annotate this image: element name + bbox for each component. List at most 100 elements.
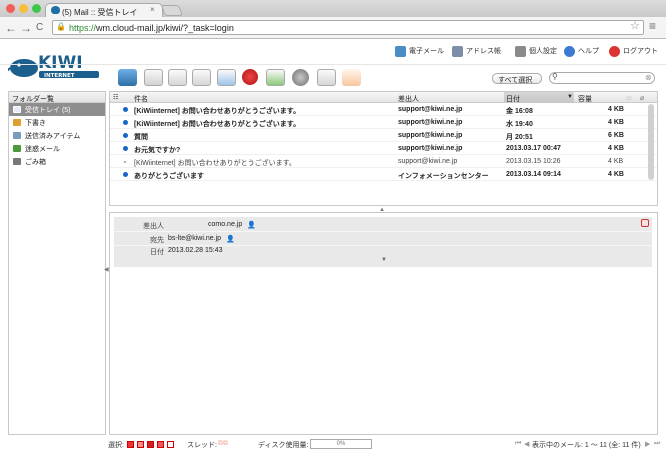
- list-header: ☷ 件名 差出人 日付 ▼ 容量 ☆ ⌀: [110, 92, 657, 103]
- folder-sent[interactable]: 送信済みアイテム: [9, 129, 105, 142]
- attachment-column-icon: ⌀: [640, 95, 645, 102]
- addressbook-icon: [452, 45, 463, 57]
- bookmark-star-icon[interactable]: ☆: [630, 19, 640, 32]
- table-row[interactable]: [KiWiinternet] お問い合わせありがとうございます。 support@…: [110, 103, 657, 116]
- minimize-window-button[interactable]: [19, 4, 28, 13]
- mark-read-icon[interactable]: [317, 69, 336, 86]
- last-page-icon[interactable]: ⏭: [654, 440, 660, 448]
- select-none-icon[interactable]: [167, 441, 174, 448]
- compose-icon[interactable]: [144, 69, 163, 86]
- svg-text:INTERNET: INTERNET: [44, 73, 75, 79]
- forward-icon[interactable]: [217, 69, 236, 86]
- tab-title: (5) Mail :: 受信トレイ: [62, 8, 138, 17]
- quick-select-dropdown[interactable]: すべて選択: [492, 73, 542, 84]
- table-row[interactable]: 質問 support@kiwi.ne.jp 月 20:51 6 KB: [110, 129, 657, 142]
- quota-label: ディスク使用量:: [258, 442, 309, 449]
- delete-icon[interactable]: [242, 69, 258, 85]
- mark-icon[interactable]: [266, 69, 285, 86]
- open-in-window-icon[interactable]: [641, 219, 649, 227]
- folder-panel-title: フォルダー覧: [9, 92, 105, 103]
- trash-icon: [13, 158, 21, 165]
- add-contact-icon[interactable]: 👤: [226, 235, 235, 243]
- select-unread-icon[interactable]: [147, 441, 154, 448]
- url-input[interactable]: https://wm.cloud-mail.jp/kiwi/?_task=log…: [52, 20, 644, 35]
- nav-help[interactable]: ヘルプ: [564, 45, 599, 57]
- mail-icon: [395, 45, 406, 57]
- search-icon: ⚲: [552, 72, 558, 81]
- nav-logout[interactable]: ログアウト: [609, 45, 658, 57]
- url-scheme: https://: [69, 23, 97, 33]
- forward-arrow-icon[interactable]: →: [20, 21, 32, 35]
- new-tab-button[interactable]: [160, 5, 184, 16]
- table-row[interactable]: ありがとうございます インフォメーションセンター 2013.03.14 09:14 4…: [110, 168, 657, 181]
- list-scrollbar[interactable]: [648, 104, 654, 180]
- vertical-resize-handle-icon[interactable]: ◀: [104, 266, 109, 273]
- table-row[interactable]: お元気ですか? support@kiwi.ne.jp 2013.03.17 00:4…: [110, 142, 657, 155]
- folder-junk[interactable]: 迷惑メール: [9, 142, 105, 155]
- inbox-icon: [13, 106, 21, 113]
- reload-icon[interactable]: C: [36, 22, 43, 33]
- outbox-icon: [13, 132, 21, 139]
- first-page-icon[interactable]: ⏮: [515, 440, 521, 448]
- from-value: como.ne.jp: [208, 221, 243, 228]
- thread-label: スレッド:: [187, 442, 217, 449]
- settings-icon: [515, 45, 526, 57]
- expand-headers-icon[interactable]: ▼: [381, 257, 387, 263]
- tab-close-icon[interactable]: ×: [150, 5, 155, 14]
- select-all-icon[interactable]: [127, 441, 134, 448]
- date-value: 2013.02.28 15:43: [168, 247, 223, 254]
- url-text: wm.cloud-mail.jp/kiwi/?_task=login: [96, 23, 234, 33]
- select-page-icon[interactable]: [137, 441, 144, 448]
- to-label: 宛先: [150, 237, 164, 244]
- select-label: 選択:: [108, 442, 124, 449]
- date-label: 日付: [150, 249, 164, 256]
- table-row[interactable]: [KiWiinternet] お問い合わせありがとうございます。 support@…: [110, 116, 657, 129]
- help-icon: [564, 45, 575, 57]
- folder-inbox[interactable]: 受信トレイ (5): [9, 103, 105, 116]
- nav-addressbook[interactable]: アドレス帳: [452, 45, 501, 57]
- prev-page-icon[interactable]: ◀: [524, 440, 529, 448]
- list-options-icon[interactable]: ☷: [113, 94, 118, 101]
- read-icon: [124, 161, 126, 163]
- gear-icon[interactable]: [292, 69, 309, 86]
- to-value: bs-lte@kiwi.ne.jp: [168, 235, 222, 242]
- svg-text:KIWI: KIWI: [38, 53, 83, 73]
- pencil-icon: [13, 119, 21, 126]
- browser-menu-icon[interactable]: ≡: [649, 19, 656, 33]
- logout-icon: [609, 45, 620, 57]
- lock-icon: 🔒: [56, 22, 66, 31]
- flag-column-icon: ☆: [626, 95, 633, 102]
- add-contact-icon[interactable]: 👤: [247, 221, 256, 229]
- nav-email[interactable]: 電子メール: [395, 45, 444, 57]
- message-list: ☷ 件名 差出人 日付 ▼ 容量 ☆ ⌀ [KiWiinternet] お問い合…: [109, 91, 658, 206]
- maximize-window-button[interactable]: [32, 4, 41, 13]
- message-count: 表示中のメール: 1 ～ 11 (全: 11 件): [532, 442, 641, 449]
- reply-all-icon[interactable]: [192, 69, 211, 86]
- back-arrow-icon[interactable]: ←: [5, 21, 17, 35]
- kiwi-favicon-icon: [51, 6, 60, 14]
- reply-icon[interactable]: [168, 69, 187, 86]
- junk-icon: [13, 145, 21, 152]
- address-bar: ← → C https://wm.cloud-mail.jp/kiwi/?_ta…: [0, 17, 666, 39]
- nav-settings[interactable]: 個人設定: [515, 45, 557, 57]
- unread-icon: [123, 146, 128, 151]
- unread-icon: [123, 120, 128, 125]
- folder-drafts[interactable]: 下書き: [9, 116, 105, 129]
- unread-icon: [123, 133, 128, 138]
- quota-bar: 0%: [310, 439, 372, 449]
- invert-selection-icon[interactable]: [157, 441, 164, 448]
- junk-mark-icon[interactable]: [342, 69, 361, 86]
- browser-tab[interactable]: (5) Mail :: 受信トレイ: [45, 3, 163, 18]
- next-page-icon[interactable]: ▶: [645, 440, 650, 448]
- check-mail-icon[interactable]: [118, 69, 137, 86]
- clear-search-icon[interactable]: ⊗: [645, 73, 652, 82]
- table-row[interactable]: [KiWiinternet] お問い合わせありがとうございます。 support@…: [110, 155, 657, 168]
- close-window-button[interactable]: [6, 4, 15, 13]
- unread-icon: [123, 172, 128, 177]
- folder-panel: フォルダー覧 受信トレイ (5) 下書き 送信済みアイテム 迷惑メール ごみ箱: [8, 91, 106, 435]
- thread-expand-icon[interactable]: ⧉⧉: [218, 440, 228, 448]
- unread-icon: [123, 107, 128, 112]
- search-input[interactable]: [549, 72, 655, 84]
- folder-trash[interactable]: ごみ箱: [9, 155, 105, 168]
- from-label: 差出人: [143, 223, 164, 230]
